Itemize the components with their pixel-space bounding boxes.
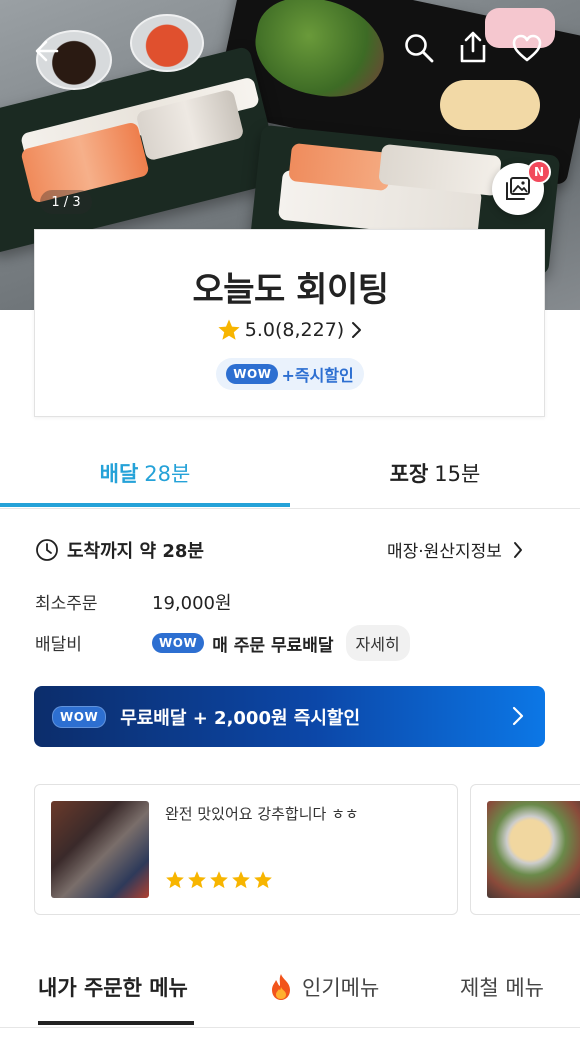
star-icon (232, 871, 250, 889)
tab-popular-label: 인기메뉴 (302, 976, 380, 1000)
tab-pickup-label: 포장 (389, 462, 429, 486)
chili-sauce-cup (130, 14, 204, 72)
star-icon (166, 871, 184, 889)
arrival-time: 도착까지 약 28분 (67, 541, 204, 562)
store-info-card: 오늘도 회이팅 5.0(8,227) WOW +즉시할인 (34, 229, 545, 417)
noodle-garnish (440, 80, 540, 130)
back-arrow-icon (35, 40, 59, 62)
search-button[interactable] (402, 30, 436, 66)
arrival-time-row: 도착까지 약 28분 (35, 537, 204, 563)
chevron-right-icon (352, 322, 362, 338)
back-button[interactable] (30, 34, 64, 68)
origin-link-label: 매장·원산지정보 (387, 542, 502, 562)
min-order-value: 19,000원 (152, 593, 232, 614)
review-photo (51, 801, 149, 898)
min-order-label: 최소주문 (35, 594, 98, 614)
store-name: 오늘도 회이팅 (192, 270, 389, 310)
delivery-fee-label: 배달비 (35, 635, 82, 655)
review-card[interactable] (470, 784, 580, 915)
clock-icon (36, 539, 58, 561)
wow-promo-banner[interactable]: WOW 무료배달 + 2,000원 즉시할인 (34, 686, 545, 747)
wow-badge: WOW (152, 633, 205, 653)
heart-icon (512, 34, 542, 62)
review-stars (165, 870, 273, 890)
share-icon (460, 31, 486, 63)
tab-seasonal-menu[interactable]: 제철 메뉴 (460, 972, 544, 1002)
fee-detail-button[interactable]: 자세히 (345, 625, 410, 661)
star-icon (188, 871, 206, 889)
search-icon (405, 34, 434, 63)
wow-discount-text: +즉시할인 (281, 366, 354, 385)
star-icon (254, 871, 272, 889)
review-photo (487, 801, 580, 898)
rating-link[interactable]: 5.0(8,227) (35, 318, 546, 342)
review-card[interactable]: 완전 맛있어요 강추합니다 ㅎㅎ (34, 784, 458, 915)
review-text: 완전 맛있어요 강추합니다 ㅎㅎ (165, 805, 359, 823)
rating-value: 5.0(8,227) (244, 319, 345, 341)
chevron-right-icon (512, 706, 524, 726)
chevron-right-icon (513, 541, 522, 558)
order-mode-tabs: 배달 28분 포장 15분 (0, 437, 580, 509)
wow-badge: WOW (226, 364, 279, 384)
tab-delivery-label: 배달 (99, 462, 139, 486)
tab-delivery-time: 28분 (144, 462, 191, 486)
tab-popular-menu[interactable]: 인기메뉴 (268, 972, 379, 1002)
menu-category-tabs: 내가 주문한 메뉴 인기메뉴 제철 메뉴 (0, 960, 580, 1028)
store-origin-info-link[interactable]: 매장·원산지정보 (387, 537, 524, 562)
tab-pickup-time: 15분 (434, 462, 481, 486)
star-icon (210, 871, 228, 889)
wow-badge: WOW (52, 705, 107, 728)
share-button[interactable] (456, 28, 490, 66)
active-menu-tab-indicator (38, 1021, 194, 1025)
tab-pickup[interactable]: 포장 15분 (290, 437, 580, 509)
divider (0, 1027, 580, 1028)
delivery-fee-row: WOW 매 주문 무료배달 자세히 (152, 625, 410, 661)
new-badge: N (527, 160, 551, 184)
active-tab-indicator (0, 503, 290, 507)
tab-delivery[interactable]: 배달 28분 (0, 437, 290, 509)
star-icon (218, 319, 240, 340)
photo-gallery-icon (506, 177, 530, 200)
wow-discount-pill: WOW +즉시할인 (216, 358, 364, 390)
favorite-button[interactable] (510, 30, 544, 66)
fire-icon (272, 974, 290, 1000)
photo-counter: 1 / 3 (40, 190, 92, 214)
tab-my-ordered-menu[interactable]: 내가 주문한 메뉴 (38, 972, 188, 1002)
delivery-fee-value: 매 주문 무료배달 (212, 635, 334, 656)
promo-text: 무료배달 + 2,000원 즉시할인 (120, 707, 361, 729)
